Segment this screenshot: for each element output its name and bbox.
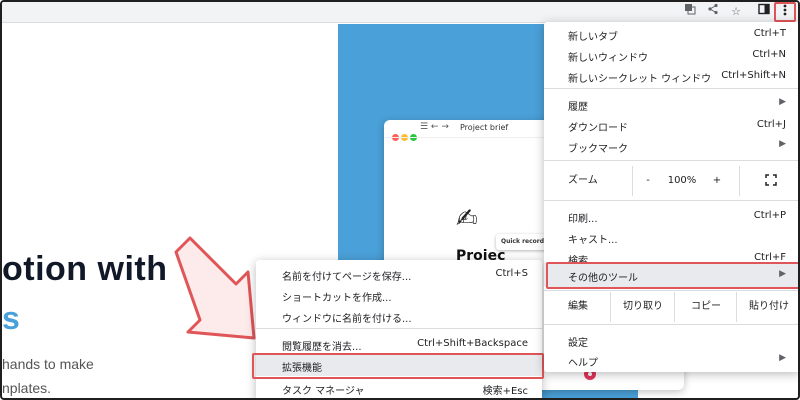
more-tools-submenu: 名前を付けてページを保存... Ctrl+S ショートカットを作成... ウィン… bbox=[252, 260, 544, 398]
settings-item[interactable]: 設定 bbox=[544, 330, 798, 350]
star-icon[interactable]: ☆ bbox=[728, 3, 744, 20]
bookmarks-item[interactable]: ブックマーク ▶ bbox=[544, 136, 798, 156]
cut-button[interactable]: 切り取り bbox=[610, 292, 675, 322]
browser-toolbar: ☆ bbox=[2, 2, 798, 23]
downloads-item[interactable]: ダウンロード Ctrl+J bbox=[544, 115, 798, 135]
history-item[interactable]: 履歴 ▶ bbox=[544, 94, 798, 114]
chevron-right-icon: ▶ bbox=[779, 97, 786, 107]
hero-subtitle-line2: nplates. bbox=[2, 380, 52, 396]
app-window-title: Project brief bbox=[460, 123, 509, 132]
print-item[interactable]: 印刷... Ctrl+P bbox=[544, 206, 798, 226]
zoom-value: 100% bbox=[667, 175, 697, 186]
edit-label: 編集 bbox=[568, 301, 588, 312]
zoom-out-button[interactable]: - bbox=[632, 166, 663, 196]
edit-row: 編集 切り取り コピー 貼り付け bbox=[544, 292, 798, 322]
chevron-right-icon: ▶ bbox=[779, 353, 786, 363]
fullscreen-button[interactable] bbox=[739, 166, 798, 196]
hero-title-line1: otion with bbox=[2, 250, 168, 288]
zoom-row: ズーム - 100% + bbox=[544, 166, 798, 196]
task-manager-item[interactable]: タスク マネージャ 検索+Esc bbox=[256, 378, 542, 398]
menu-divider bbox=[256, 328, 542, 329]
menu-button-highlight bbox=[774, 2, 796, 22]
new-tab-item[interactable]: 新しいタブ Ctrl+T bbox=[544, 24, 798, 44]
hero-title-line2: s bbox=[2, 300, 20, 336]
address-bar[interactable] bbox=[2, 2, 750, 21]
writing-hand-icon: ✍ bbox=[456, 204, 478, 234]
annotation-arrow bbox=[174, 236, 256, 340]
zoom-in-button[interactable]: + bbox=[702, 166, 732, 196]
fullscreen-icon bbox=[764, 174, 777, 186]
zoom-label: ズーム bbox=[568, 175, 598, 186]
app-nav-icons: ☰ ← → bbox=[420, 122, 449, 132]
name-window-item[interactable]: ウィンドウに名前を付ける... bbox=[256, 306, 542, 326]
browser-window: ☆ ☰ ← → Project brief ✍ Projec Quick rec… bbox=[0, 0, 800, 400]
clear-browsing-data-item[interactable]: 閲覧履歴を消去... Ctrl+Shift+Backspace bbox=[256, 334, 542, 354]
chevron-right-icon: ▶ bbox=[779, 139, 786, 149]
window-controls bbox=[392, 126, 419, 145]
translate-icon[interactable] bbox=[682, 3, 698, 20]
hero-subtitle-line1: hands to make bbox=[2, 356, 94, 372]
cast-item[interactable]: キャスト... bbox=[544, 227, 798, 247]
extensions-highlight-box bbox=[252, 353, 544, 379]
create-shortcut-item[interactable]: ショートカットを作成... bbox=[256, 285, 542, 305]
side-panel-icon[interactable] bbox=[756, 3, 772, 20]
more-tools-highlight-box bbox=[546, 262, 798, 289]
paste-button[interactable]: 貼り付け bbox=[736, 292, 798, 322]
help-item[interactable]: ヘルプ ▶ bbox=[544, 350, 798, 370]
new-window-item[interactable]: 新しいウィンドウ Ctrl+N bbox=[544, 45, 798, 65]
save-page-item[interactable]: 名前を付けてページを保存... Ctrl+S bbox=[256, 264, 542, 284]
new-incognito-item[interactable]: 新しいシークレット ウィンドウ Ctrl+Shift+N bbox=[544, 66, 798, 86]
chrome-main-menu: 新しいタブ Ctrl+T 新しいウィンドウ Ctrl+N 新しいシークレット ウ… bbox=[544, 22, 798, 372]
copy-button[interactable]: コピー bbox=[674, 292, 737, 322]
share-icon[interactable] bbox=[705, 3, 721, 20]
